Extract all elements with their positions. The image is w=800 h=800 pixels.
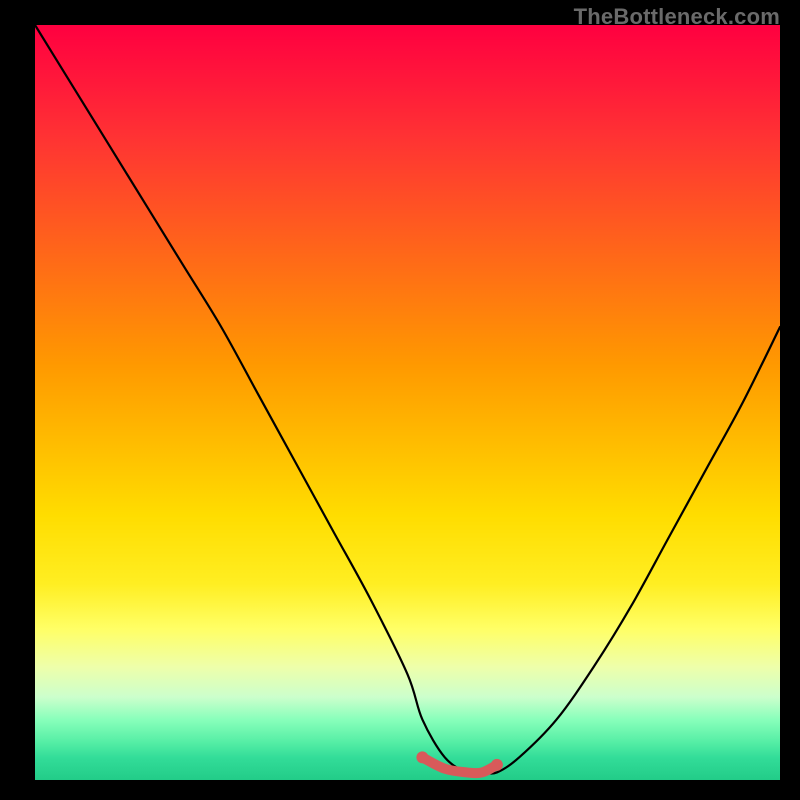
chart-line-curve bbox=[35, 25, 780, 774]
chart-plot-area bbox=[35, 25, 780, 780]
marker-dot-left bbox=[416, 751, 428, 763]
chart-svg bbox=[35, 25, 780, 780]
chart-bottom-marker bbox=[422, 757, 497, 773]
marker-dot-right bbox=[491, 759, 503, 771]
watermark-text: TheBottleneck.com bbox=[574, 4, 780, 30]
chart-frame: TheBottleneck.com bbox=[0, 0, 800, 800]
